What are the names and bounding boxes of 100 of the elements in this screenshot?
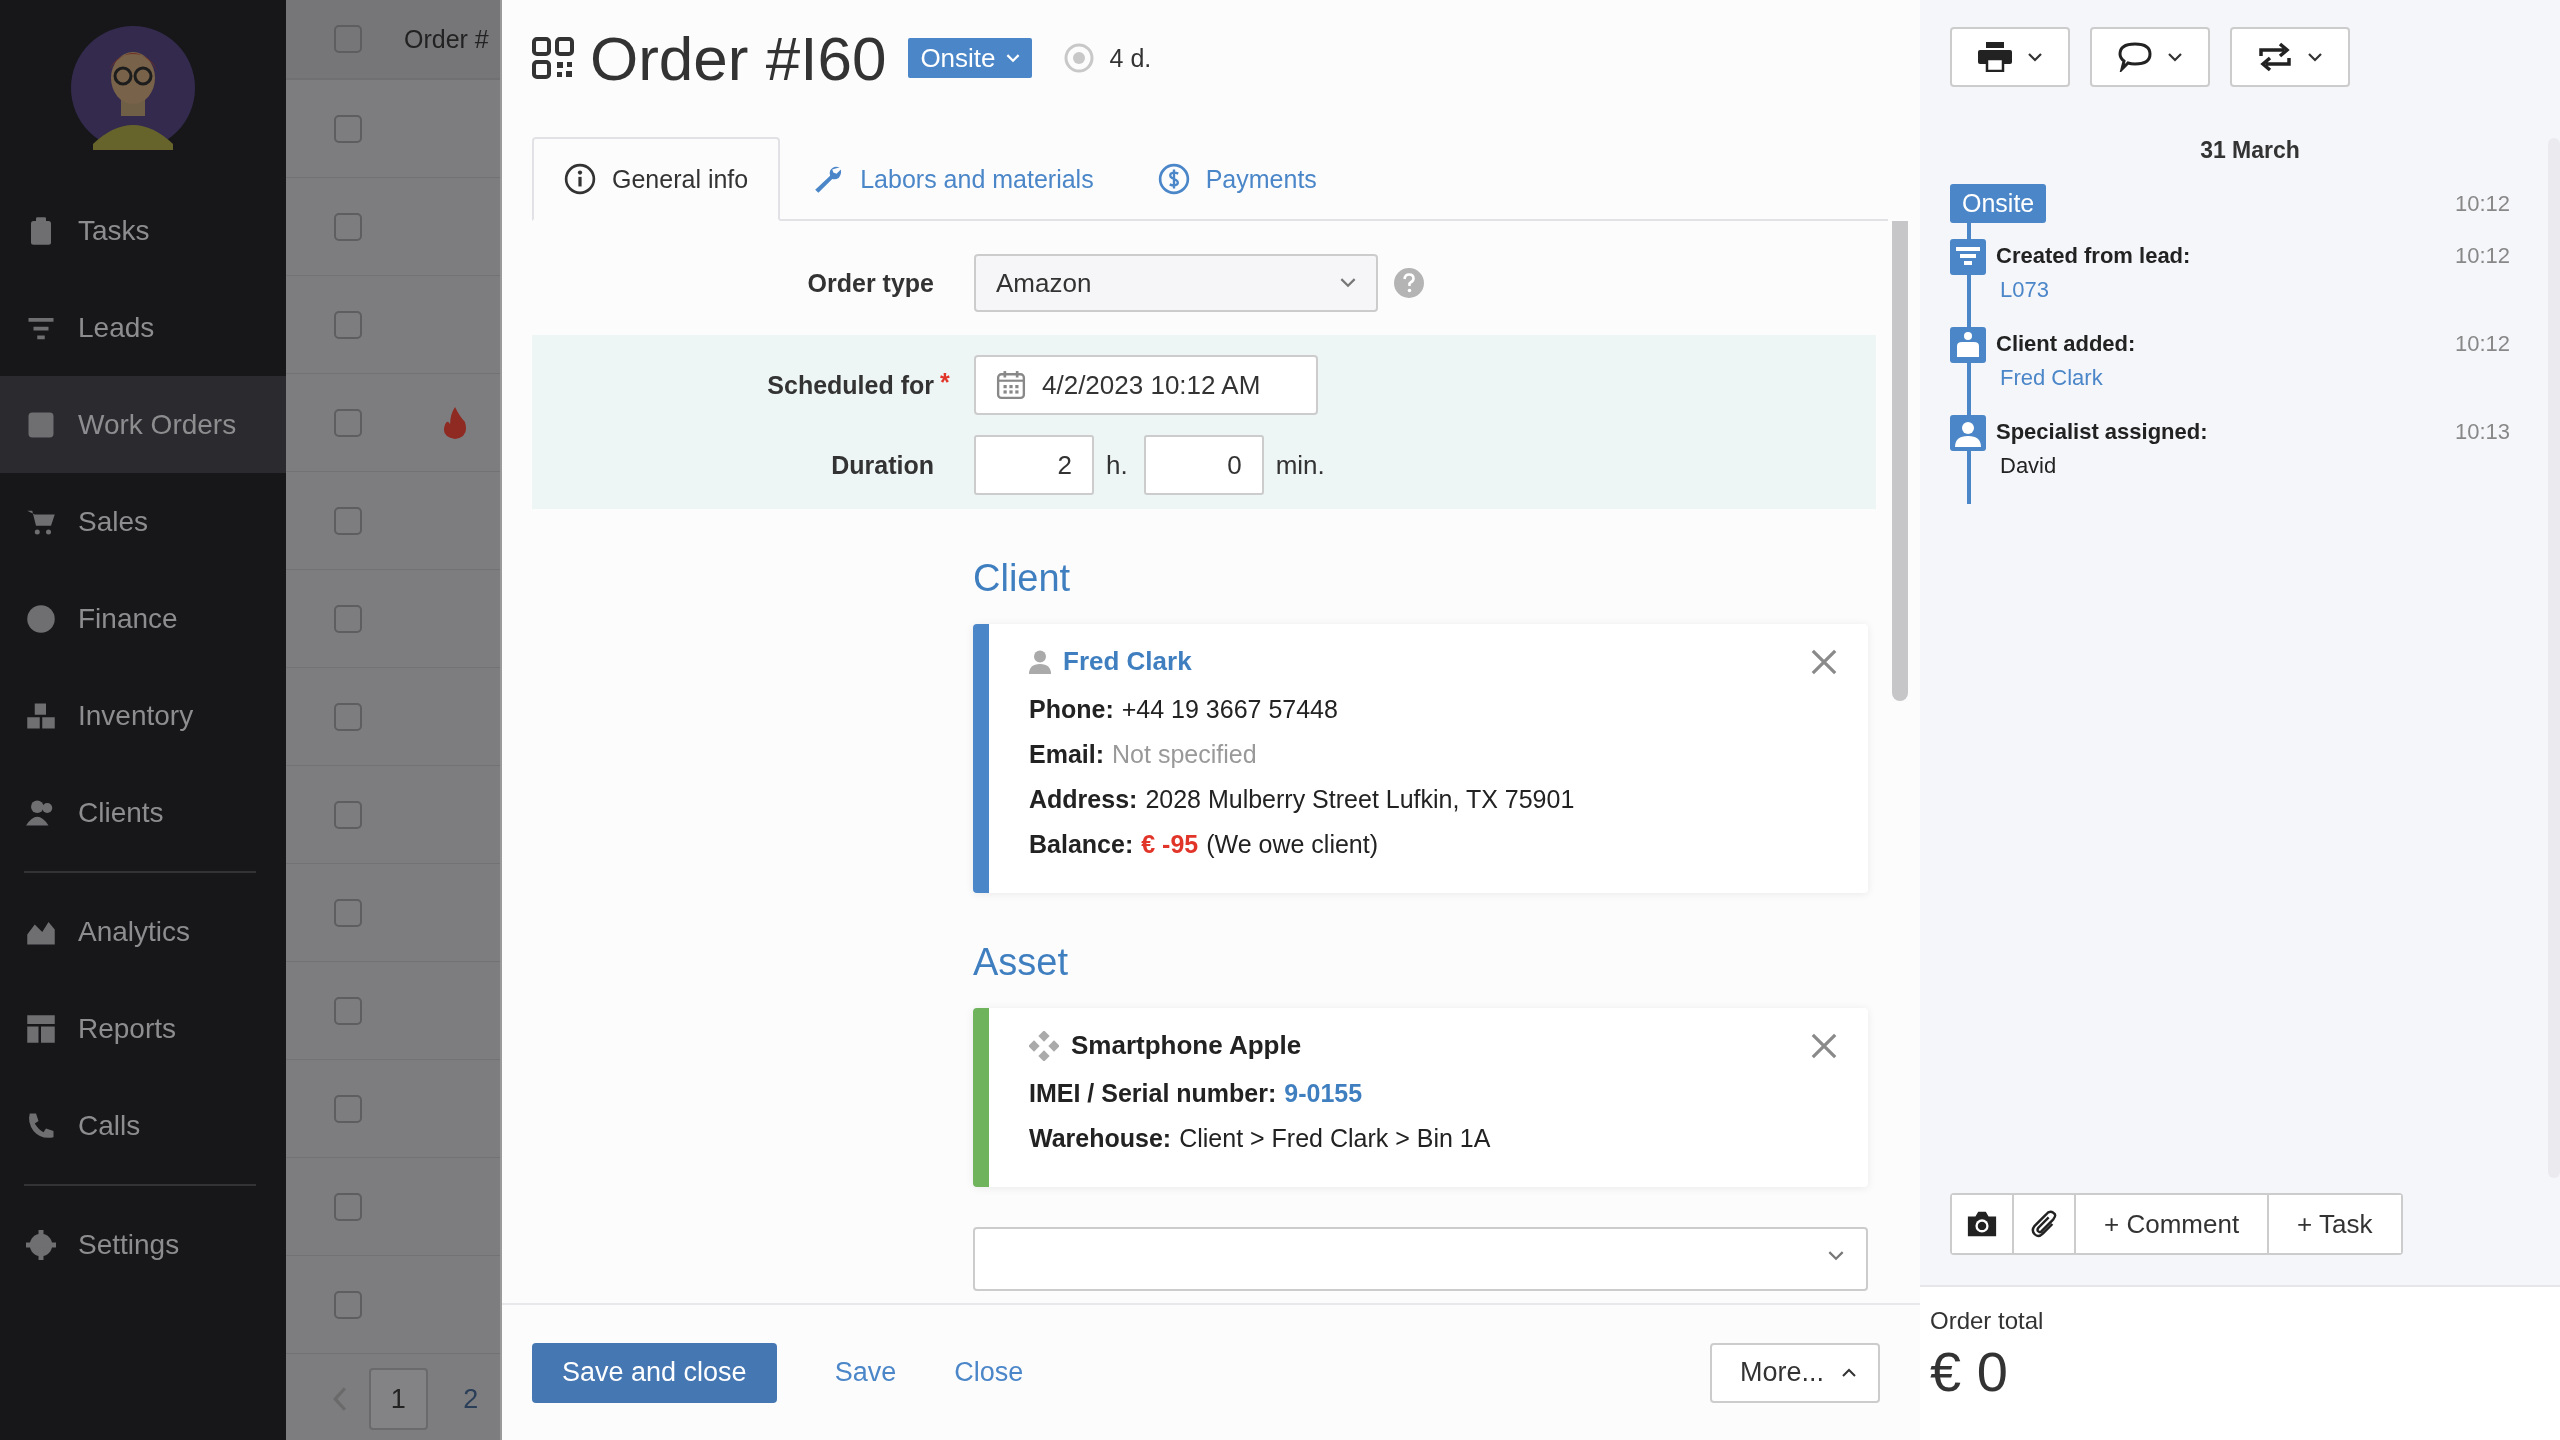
- radio-icon: [1063, 43, 1094, 73]
- scrollbar[interactable]: [1892, 221, 1908, 701]
- more-button[interactable]: More...: [1709, 1342, 1880, 1403]
- field-value: 9-0155: [1284, 1078, 1363, 1109]
- tab[interactable]: General info: [532, 137, 781, 221]
- sidebar-item[interactable]: Sales: [0, 473, 286, 570]
- calendar-icon: [996, 370, 1026, 400]
- client-name-link[interactable]: Fred Clark: [1063, 646, 1192, 677]
- field-label: IMEI / Serial number:: [1029, 1078, 1277, 1109]
- status-dropdown[interactable]: Onsite: [908, 38, 1032, 78]
- checkbox[interactable]: [334, 1290, 362, 1319]
- event-link[interactable]: L073: [2000, 277, 2049, 303]
- hours-input[interactable]: 2: [974, 435, 1094, 495]
- tab[interactable]: Payments: [1125, 137, 1349, 221]
- event-time: 10:12: [2454, 331, 2510, 357]
- event-title: Client added:: [1996, 331, 2136, 357]
- diamond-dots-icon: [1029, 1030, 1059, 1061]
- required-mark: *: [940, 367, 951, 397]
- event-link[interactable]: Fred Clark: [2000, 365, 2103, 391]
- sidebar-item[interactable]: Calls: [0, 1077, 286, 1174]
- sidebar-item[interactable]: Analytics: [0, 883, 286, 980]
- event-time: 10:12: [2454, 190, 2510, 217]
- comment-menu-button[interactable]: [2090, 27, 2210, 87]
- section-heading: Client: [973, 557, 1072, 600]
- chevron-down-icon: [2028, 52, 2042, 62]
- section-heading: Asset: [973, 941, 1070, 984]
- unit-label: h.: [1106, 449, 1128, 481]
- field-value: € -95: [1141, 829, 1199, 860]
- sidebar-item[interactable]: Work Orders: [0, 376, 286, 473]
- field-label: Duration: [830, 450, 934, 480]
- tab[interactable]: Labors and materials: [780, 137, 1126, 221]
- field-label: Balance:: [1029, 829, 1134, 860]
- print-button[interactable]: [1950, 27, 2070, 87]
- order-total-label: Order total: [1930, 1307, 2045, 1335]
- save-and-close-button[interactable]: Save and close: [532, 1342, 777, 1403]
- order-total-value: € 0: [1930, 1339, 2009, 1404]
- status-badge: Onsite: [1950, 184, 2047, 223]
- speech-bubble-icon: [2118, 42, 2152, 72]
- sidebar-item[interactable]: Clients: [0, 764, 286, 861]
- info-icon: [564, 163, 596, 195]
- checkbox[interactable]: [334, 408, 362, 437]
- unit-label: min.: [1275, 449, 1325, 481]
- repeat-icon: [2258, 42, 2292, 72]
- sidebar-item[interactable]: Reports: [0, 980, 286, 1077]
- event-detail: David: [2000, 453, 2057, 479]
- save-link[interactable]: Save: [834, 1357, 897, 1388]
- date-field[interactable]: 4/2/2023 10:12 AM: [974, 355, 1318, 415]
- checkbox[interactable]: [334, 1094, 362, 1123]
- minutes-input[interactable]: 0: [1143, 435, 1264, 495]
- qr-code-icon: [532, 37, 574, 79]
- event-time: 10:12: [2454, 243, 2510, 269]
- dropdown[interactable]: [973, 1227, 1868, 1291]
- sidebar-item[interactable]: Leads: [0, 279, 286, 376]
- field-label: Email:: [1029, 739, 1105, 770]
- checkbox[interactable]: [334, 25, 362, 53]
- column-header: Order #: [404, 24, 489, 54]
- order-type-select[interactable]: Amazon: [974, 254, 1378, 312]
- order-title: Order #I60: [590, 22, 887, 94]
- asset-name: Smartphone Apple: [1071, 1030, 1302, 1061]
- close-icon[interactable]: [1810, 1031, 1838, 1060]
- help-icon[interactable]: [1394, 268, 1424, 298]
- checkbox[interactable]: [334, 702, 362, 731]
- checkbox[interactable]: [334, 114, 362, 143]
- caret-up-icon: [1842, 1368, 1856, 1377]
- sidebar-item[interactable]: Tasks: [0, 182, 286, 279]
- sidebar-item[interactable]: Finance: [0, 570, 286, 667]
- checkbox[interactable]: [334, 310, 362, 339]
- repeat-button[interactable]: [2230, 27, 2350, 87]
- field-label: Warehouse:: [1029, 1123, 1172, 1154]
- chevron-down-icon: [2168, 52, 2182, 62]
- grid-icon: [26, 1013, 56, 1044]
- checkbox[interactable]: [334, 506, 362, 535]
- field-label: Scheduled for: [766, 370, 934, 400]
- checkbox[interactable]: [334, 212, 362, 241]
- event-time: 10:13: [2454, 419, 2510, 445]
- sidebar-item[interactable]: Settings: [0, 1196, 286, 1293]
- field-value: 2028 Mulberry Street Lufkin, TX 75901: [1145, 784, 1575, 815]
- camera-button[interactable]: [1952, 1195, 2014, 1253]
- field-label: Order type: [806, 268, 934, 298]
- field-label: Address:: [1029, 784, 1138, 815]
- sidebar-item[interactable]: Inventory: [0, 667, 286, 764]
- close-link[interactable]: Close: [954, 1357, 1024, 1388]
- field-note: (We owe client): [1206, 829, 1379, 860]
- close-icon[interactable]: [1810, 647, 1838, 676]
- checkbox[interactable]: [334, 996, 362, 1025]
- checkbox[interactable]: [334, 898, 362, 927]
- chevron-down-icon: [1340, 278, 1356, 288]
- settings-icon: [26, 1229, 56, 1260]
- chevron-down-icon: [1828, 1251, 1844, 1261]
- printer-icon: [1978, 42, 2012, 72]
- checkbox[interactable]: [334, 800, 362, 829]
- caret-icon: [1005, 53, 1020, 63]
- avatar-icon: [71, 26, 195, 150]
- checkbox[interactable]: [334, 1192, 362, 1221]
- event-title: Specialist assigned:: [1996, 419, 2208, 445]
- field-value: +44 19 3667 57448: [1121, 694, 1338, 725]
- event-title: Created from lead:: [1996, 243, 2191, 269]
- checkbox[interactable]: [334, 604, 362, 633]
- field-value: Client > Fred Clark > Bin 1A: [1179, 1123, 1491, 1154]
- page-button[interactable]: 1: [369, 1368, 428, 1430]
